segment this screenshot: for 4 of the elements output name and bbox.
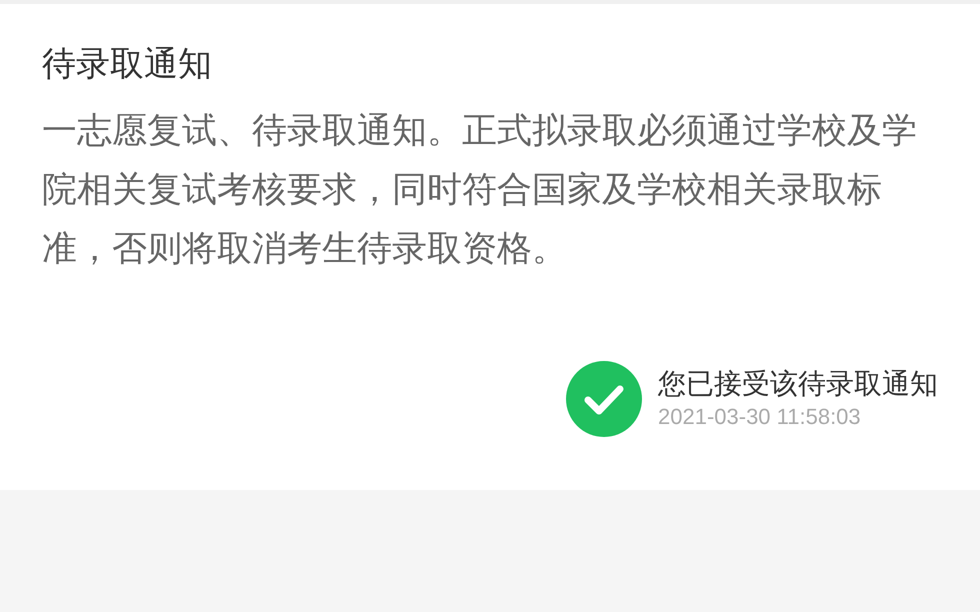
timestamp: 2021-03-30 11:58:03 bbox=[658, 403, 862, 431]
status-text: 您已接受该待录取通知 bbox=[658, 366, 938, 402]
notice-text: 一志愿复试、待录取通知。正式拟录取必须通过学校及学院相关复试考核要求，同时符合国家及学校相关录取标准，否则将取消考生待录取资格。 bbox=[42, 110, 918, 271]
notice-title: 待录取通知 bbox=[42, 43, 213, 86]
